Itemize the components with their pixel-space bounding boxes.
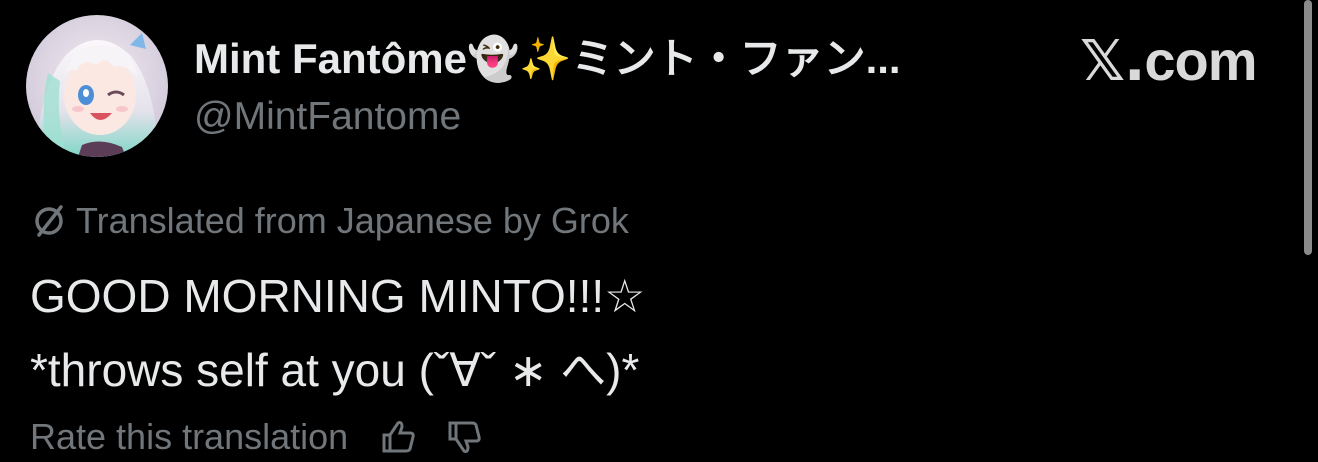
post-card: Mint Fantôme👻✨ミント・ファン... @MintFantome 𝕏.… xyxy=(0,0,1318,457)
rate-translation-row: Rate this translation xyxy=(30,412,510,462)
avatar-image xyxy=(26,15,168,157)
avatar[interactable] xyxy=(26,15,168,157)
user-handle[interactable]: @MintFantome xyxy=(194,91,461,143)
translation-note-text: Translated from Japanese by Grok xyxy=(76,200,629,241)
translate-icon xyxy=(35,205,63,237)
display-name[interactable]: Mint Fantôme👻✨ミント・ファン... xyxy=(194,31,1024,87)
scrollbar[interactable] xyxy=(1304,0,1312,255)
thumbs-down-icon[interactable] xyxy=(444,417,484,457)
x-com-link[interactable]: 𝕏.com xyxy=(1080,28,1258,95)
translation-note: Translated from Japanese by Grok xyxy=(30,196,629,246)
thumbs-up-icon[interactable] xyxy=(378,417,418,457)
tweet-text-line-1: GOOD MORNING MINTO!!!☆ xyxy=(30,270,646,322)
tweet-text-line-2: *throws self at you (ˇ∀ˇ ∗ へ)* xyxy=(30,344,640,396)
rate-translation-label: Rate this translation xyxy=(30,416,349,457)
brand-text: com xyxy=(1144,29,1257,92)
x-logo-icon: 𝕏. xyxy=(1080,29,1145,94)
